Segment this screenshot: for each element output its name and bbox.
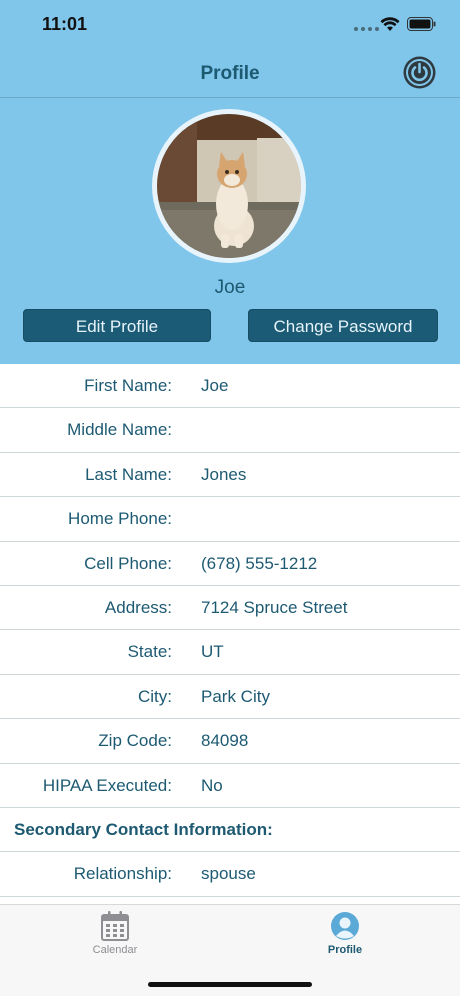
home-phone-label: Home Phone:	[68, 509, 172, 529]
state-label: State:	[127, 642, 172, 662]
zip-code-value: 84098	[201, 731, 249, 751]
city-value: Park City	[201, 686, 270, 706]
tab-calendar-label: Calendar	[92, 944, 138, 956]
wifi-icon	[380, 17, 400, 31]
tab-calendar[interactable]: Calendar	[0, 905, 230, 965]
state-value: UT	[201, 642, 224, 662]
avatar	[152, 109, 306, 263]
zip-code-label: Zip Code:	[98, 731, 172, 751]
address-label: Address:	[104, 597, 172, 617]
state-row: State: UT	[0, 630, 460, 675]
zip-code-row: Zip Code: 84098	[0, 719, 460, 764]
middle-name-row: Middle Name:	[0, 408, 460, 453]
cat-photo-image	[157, 114, 301, 258]
cell-phone-label: Cell Phone:	[84, 553, 172, 573]
relationship-row: Relationship: spouse	[0, 852, 460, 897]
cell-phone-value: (678) 555-1212	[201, 553, 318, 573]
power-icon[interactable]	[403, 56, 436, 89]
relationship-label: Relationship:	[73, 864, 172, 884]
status-bar: 11:01	[0, 0, 460, 50]
profile-details-list: First Name: Joe Middle Name: Last Name: …	[0, 364, 460, 897]
home-indicator	[148, 982, 312, 987]
profile-name: Joe	[214, 277, 246, 298]
hipaa-row: HIPAA Executed: No	[0, 764, 460, 808]
first-name-label: First Name:	[84, 376, 172, 395]
hipaa-label: HIPAA Executed:	[42, 775, 172, 795]
middle-name-label: Middle Name:	[67, 420, 172, 440]
city-label: City:	[138, 686, 172, 706]
address-row: Address: 7124 Spruce Street	[0, 586, 460, 631]
page-title: Profile	[200, 63, 260, 84]
city-row: City: Park City	[0, 675, 460, 720]
edit-profile-button[interactable]: Edit Profile	[23, 309, 211, 342]
battery-icon	[407, 17, 436, 31]
relationship-value: spouse	[201, 864, 256, 884]
first-name-row: First Name: Joe	[0, 364, 460, 409]
cellular-signal-icon	[354, 27, 379, 31]
navigation-bar: Profile	[0, 50, 460, 98]
address-value: 7124 Spruce Street	[201, 597, 348, 617]
cell-phone-row: Cell Phone: (678) 555-1212	[0, 542, 460, 586]
first-name-value: Joe	[201, 376, 229, 395]
tab-profile-label: Profile	[327, 944, 363, 956]
home-phone-row: Home Phone:	[0, 497, 460, 542]
status-time: 11:01	[42, 14, 88, 34]
calendar-icon	[101, 911, 129, 941]
tab-profile[interactable]: Profile	[230, 905, 460, 965]
last-name-row: Last Name: Jones	[0, 453, 460, 498]
person-icon	[331, 912, 359, 940]
last-name-value: Jones	[201, 464, 247, 484]
profile-header: Joe Edit Profile Change Password	[0, 98, 460, 364]
secondary-contact-section: Secondary Contact Information:	[0, 808, 460, 853]
hipaa-value: No	[201, 775, 223, 795]
last-name-label: Last Name:	[85, 464, 172, 484]
section-heading: Secondary Contact Information:	[14, 819, 273, 839]
change-password-button[interactable]: Change Password	[248, 309, 438, 342]
